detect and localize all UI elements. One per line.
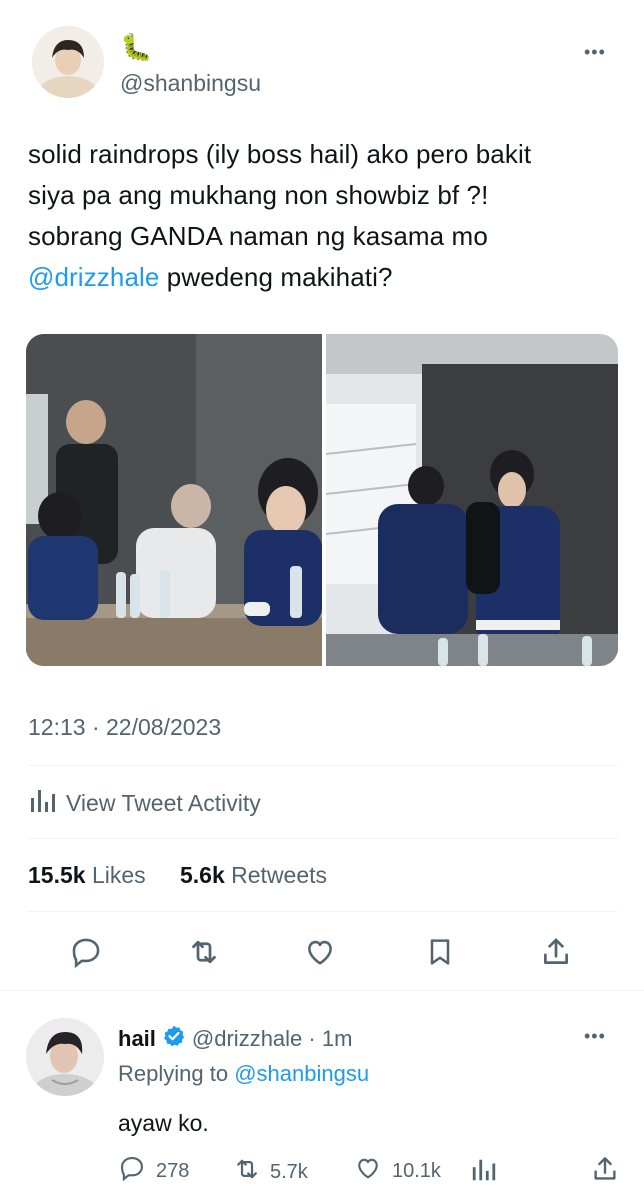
reply-icon[interactable] <box>66 932 106 972</box>
tweet-timestamp[interactable]: 12:13 · 22/08/2023 <box>28 714 221 741</box>
reply-retweet-button[interactable]: 5.7k <box>232 1154 308 1190</box>
reply-reply-button[interactable]: 278 <box>118 1154 189 1188</box>
divider <box>0 990 644 991</box>
reply-like-button[interactable]: 10.1k <box>354 1154 441 1188</box>
divider <box>28 838 618 839</box>
retweet-count: 5.7k <box>270 1160 308 1183</box>
replying-to-link[interactable]: @shanbingsu <box>234 1061 369 1086</box>
divider <box>28 911 618 912</box>
retweet-icon[interactable] <box>184 932 224 972</box>
activity-icon <box>28 786 66 821</box>
author-handle[interactable]: @shanbingsu <box>120 70 261 97</box>
likes-label: Likes <box>91 862 146 888</box>
reply-action-bar: 278 5.7k 10.1k <box>118 1154 618 1188</box>
like-icon <box>354 1154 382 1188</box>
likes-count: 15.5k <box>28 862 86 888</box>
tweet-text-line-1: solid raindrops (ily boss hail) ako pero… <box>28 139 532 169</box>
more-icon[interactable]: ••• <box>584 42 606 63</box>
reply-text: ayaw ko. <box>118 1110 209 1136</box>
reply-more-icon[interactable]: ••• <box>584 1026 606 1047</box>
tweet-text-line-3: sobrang GANDA naman ng kasama mo <box>28 221 488 251</box>
share-icon[interactable] <box>590 1154 620 1189</box>
share-icon[interactable] <box>536 932 576 972</box>
reply-avatar[interactable] <box>26 1018 104 1096</box>
views-icon[interactable] <box>470 1156 498 1189</box>
tweet-text: solid raindrops (ily boss hail) ako pero… <box>28 136 628 300</box>
tweet-text-line-4: @drizzhale pwedeng makihati? <box>28 259 628 300</box>
reply-count: 278 <box>156 1159 190 1182</box>
retweets-label: Retweets <box>231 862 328 888</box>
like-count: 10.1k <box>392 1159 441 1182</box>
retweet-icon <box>232 1154 262 1190</box>
tweet-text-line-2: siya pa ang mukhang non showbiz bf ?! <box>28 180 489 210</box>
tweet-photo-1[interactable] <box>26 334 322 666</box>
view-tweet-activity[interactable]: View Tweet Activity <box>28 786 261 820</box>
verified-icon <box>162 1024 186 1054</box>
retweets-stat[interactable]: 5.6k Retweets <box>180 862 327 889</box>
divider <box>28 765 618 766</box>
replying-to: Replying to @shanbingsu <box>118 1061 369 1087</box>
like-icon[interactable] <box>300 932 340 972</box>
replying-to-prefix: Replying to <box>118 1061 229 1086</box>
author-avatar[interactable] <box>32 26 104 98</box>
reply-header: hail @drizzhale · 1m <box>118 1024 352 1054</box>
likes-stat[interactable]: 15.5k Likes <box>28 862 146 889</box>
reply-icon <box>118 1154 146 1188</box>
view-tweet-activity-label: View Tweet Activity <box>66 789 261 816</box>
media-container <box>26 334 618 666</box>
reply-author-name[interactable]: hail <box>118 1026 156 1052</box>
retweets-count: 5.6k <box>180 862 225 888</box>
mention-link[interactable]: @drizzhale <box>28 262 159 292</box>
caterpillar-emoji: 🐛 <box>120 32 153 62</box>
tweet-photo-2[interactable] <box>326 334 618 666</box>
tweet-text-line-4-rest: pwedeng makihati? <box>159 262 393 292</box>
reply-handle-time[interactable]: @drizzhale · 1m <box>192 1026 353 1052</box>
bookmark-icon[interactable] <box>420 932 460 972</box>
